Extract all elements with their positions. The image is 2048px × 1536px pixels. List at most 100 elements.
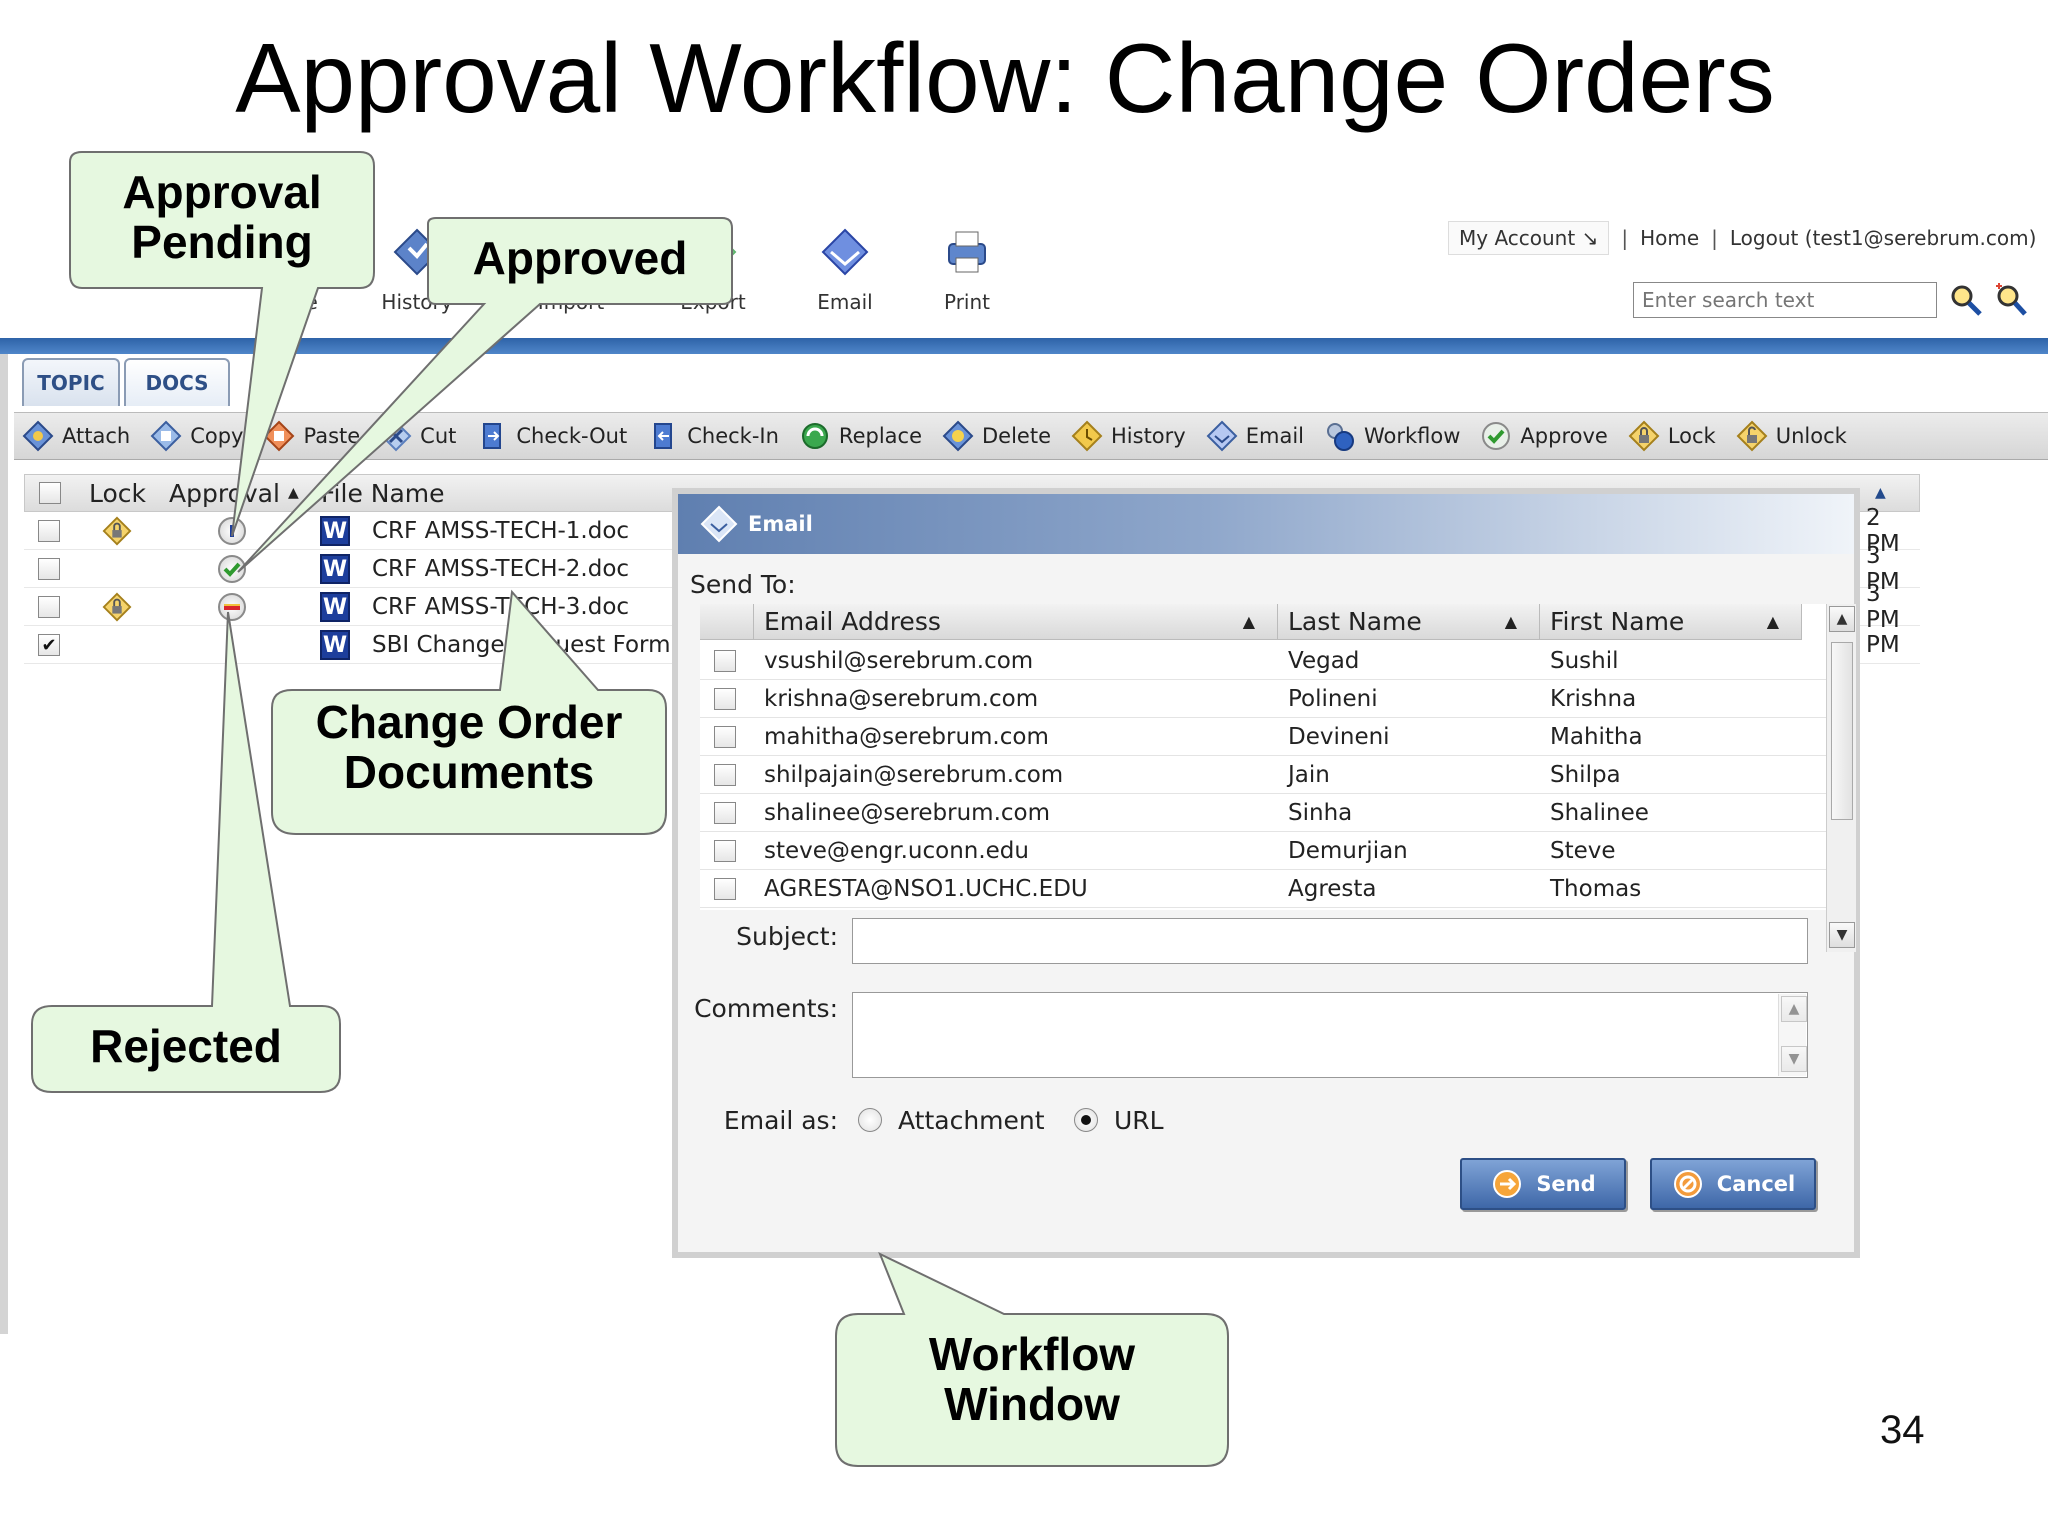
row-checkbox[interactable] (38, 520, 60, 542)
my-account-link[interactable]: My Account ↘ (1448, 221, 1610, 255)
arrow-down-right-icon: ↘ (1581, 226, 1599, 250)
tab-topic[interactable]: TOPIC (22, 358, 120, 406)
comments-scrollbar[interactable]: ▲ ▼ (1778, 994, 1807, 1076)
word-document-icon: W (320, 592, 350, 622)
recipient-checkbox[interactable] (714, 650, 736, 672)
recipient-last-name: Polineni (1288, 686, 1378, 712)
send-button[interactable]: Send (1460, 1158, 1626, 1210)
file-name-link[interactable]: CRF AMSS-TECH-2.doc (372, 550, 629, 588)
workflow-icon (1326, 423, 1354, 451)
print-label: Print (943, 290, 990, 314)
home-link[interactable]: Home (1640, 226, 1699, 250)
approval-pending-icon (218, 517, 246, 545)
recipient-checkbox[interactable] (714, 802, 736, 824)
workflow-button[interactable]: Workflow (1324, 420, 1460, 452)
file-name-link[interactable]: CRF AMSS-TECH-1.doc (372, 512, 629, 550)
email-address-column-header[interactable]: Email Address ▲ (754, 604, 1278, 640)
recipient-scrollbar[interactable]: ▲ ▼ (1826, 604, 1856, 952)
header-links: My Account ↘ | Home | Logout (test1@sere… (1448, 220, 2036, 256)
recipient-email: vsushil@serebrum.com (764, 648, 1034, 674)
delete-icon (942, 420, 974, 452)
cancel-icon (1673, 1170, 1702, 1198)
tab-docs[interactable]: DOCS (124, 358, 230, 406)
unlock-button[interactable]: Unlock (1736, 420, 1847, 452)
copy-icon (150, 420, 182, 452)
recipient-email: AGRESTA@NSO1.UCHC.EDU (764, 876, 1088, 902)
email-button[interactable]: Email (790, 226, 900, 314)
import-label: Import (537, 290, 605, 314)
scroll-down-button[interactable]: ▼ (1781, 1046, 1807, 1072)
doc-history-button[interactable]: History (1071, 420, 1186, 452)
recipient-checkbox[interactable] (714, 840, 736, 862)
approved-callout-text: Approved (472, 232, 688, 284)
recipient-checkbox[interactable] (714, 764, 736, 786)
link-separator: | (1621, 226, 1629, 250)
advanced-search-button[interactable] (1992, 282, 2028, 318)
callout-line: Pending (131, 215, 313, 268)
file-name-link[interactable]: SBI Change Request Form (372, 626, 671, 664)
scroll-up-button[interactable]: ▲ (1781, 996, 1807, 1022)
recipient-checkbox[interactable] (714, 726, 736, 748)
approve-label: Approve (1520, 424, 1608, 448)
recipient-first-name: Thomas (1550, 876, 1642, 902)
lock-button[interactable]: Lock (1628, 420, 1716, 452)
search-input[interactable] (1633, 282, 1937, 318)
lock-column-header[interactable]: Lock (89, 475, 146, 511)
cut-button[interactable]: Cut (380, 420, 456, 452)
recipient-checkbox[interactable] (714, 878, 736, 900)
check-in-icon (654, 423, 673, 449)
replace-button[interactable]: Replace (799, 420, 922, 452)
copy-button[interactable]: Copy (150, 420, 243, 452)
search-button[interactable] (1948, 282, 1984, 318)
recipient-email: steve@engr.uconn.edu (764, 838, 1029, 864)
attachment-radio-label[interactable]: Attachment (898, 1106, 1045, 1135)
file-name-link[interactable]: CRF AMSS-TECH-3.doc (372, 588, 629, 626)
cancel-button[interactable]: Cancel (1650, 1158, 1816, 1210)
email-dialog-titlebar[interactable]: Email (678, 494, 1854, 554)
subject-input[interactable] (852, 918, 1808, 964)
recipient-row[interactable]: shalinee@serebrum.com Sinha Shalinee (700, 794, 1828, 832)
lock-label: Lock (1667, 424, 1716, 448)
row-checkbox-checked[interactable]: ✔ (38, 634, 60, 656)
paste-button[interactable]: Paste (263, 420, 360, 452)
history-icon (1071, 420, 1103, 452)
callout-line: Window (944, 1377, 1120, 1430)
approve-button[interactable]: Approve (1480, 420, 1608, 452)
file-name-column-header[interactable]: File Name (321, 475, 445, 511)
link-separator: | (1711, 226, 1718, 250)
print-button[interactable]: Print (912, 226, 1022, 314)
attach-button[interactable]: Attach (22, 420, 130, 452)
row-checkbox[interactable] (38, 558, 60, 580)
select-all-checkbox[interactable] (39, 482, 61, 504)
approval-column-header[interactable]: Approval ▲ (169, 475, 299, 511)
last-name-column-header[interactable]: Last Name ▲ (1278, 604, 1540, 640)
recipient-row[interactable]: AGRESTA@NSO1.UCHC.EDU Agresta Thomas (700, 870, 1828, 908)
page-number: 34 (1880, 1408, 1925, 1452)
recipient-row[interactable]: steve@engr.uconn.edu Demurjian Steve (700, 832, 1828, 870)
check-in-button[interactable]: Check-In (647, 420, 779, 452)
recipient-email: shalinee@serebrum.com (764, 800, 1051, 826)
delete-button[interactable]: Delete (942, 420, 1051, 452)
recipient-row[interactable]: mahitha@serebrum.com Devineni Mahitha (700, 718, 1828, 756)
scroll-up-button[interactable]: ▲ (1829, 606, 1855, 632)
recipient-row[interactable]: vsushil@serebrum.com Vegad Sushil (700, 642, 1828, 680)
recipient-first-name: Steve (1550, 838, 1616, 864)
scroll-thumb[interactable] (1831, 642, 1853, 820)
doc-email-button[interactable]: Email (1206, 420, 1304, 452)
logout-link[interactable]: Logout (test1@serebrum.com) (1730, 226, 2037, 250)
recipient-checkbox[interactable] (714, 688, 736, 710)
doc-email-label: Email (1245, 424, 1304, 448)
cut-label: Cut (420, 424, 457, 448)
url-radio-label[interactable]: URL (1114, 1106, 1164, 1135)
scroll-down-button[interactable]: ▼ (1829, 922, 1855, 948)
copy-label: Copy (190, 424, 244, 448)
row-checkbox[interactable] (38, 596, 60, 618)
url-radio[interactable] (1074, 1108, 1098, 1132)
comments-textarea[interactable] (852, 992, 1808, 1078)
recipient-row[interactable]: krishna@serebrum.com Polineni Krishna (700, 680, 1828, 718)
attachment-radio[interactable] (858, 1108, 882, 1132)
check-out-button[interactable]: Check-Out (476, 420, 627, 452)
sort-ascending-icon: ▲ (1504, 612, 1517, 631)
first-name-column-header[interactable]: First Name ▲ (1540, 604, 1802, 640)
recipient-row[interactable]: shilpajain@serebrum.com Jain Shilpa (700, 756, 1828, 794)
